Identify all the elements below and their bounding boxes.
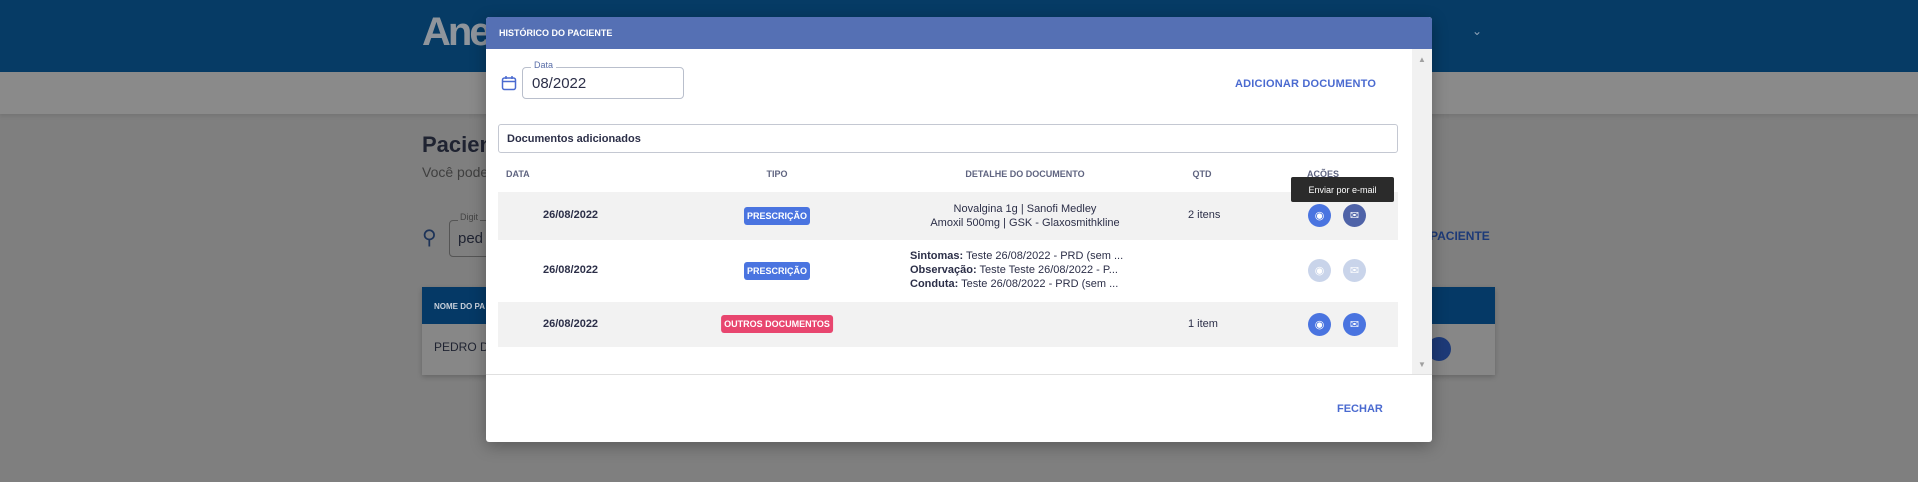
column-header-name: NOME DO PA (434, 302, 485, 311)
eye-icon: ◉ (1314, 319, 1325, 331)
type-badge: PRESCRIÇÃO (743, 207, 811, 225)
detail-line: Conduta: Teste 26/08/2022 - PRD (sem ... (910, 278, 1119, 290)
table-row: 26/08/2022 OUTROS DOCUMENTOS 1 item ◉ ✉ (498, 302, 1398, 347)
date-input[interactable]: 08/2022 (522, 67, 684, 99)
detail-line: Sintomas: Teste 26/08/2022 - PRD (sem ..… (910, 250, 1124, 262)
patient-name-cell: PEDRO D (434, 340, 489, 354)
table-row: 26/08/2022 PRESCRIÇÃO Novalgina 1g | San… (498, 192, 1398, 240)
row-date: 26/08/2022 (543, 318, 599, 330)
view-button-disabled: ◉ (1308, 259, 1331, 282)
patient-history-modal: HISTÓRICO DO PACIENTE 08/2022 Data ADICI… (486, 17, 1432, 442)
mail-icon: ✉ (1349, 210, 1360, 222)
documents-section-title: Documentos adicionados (498, 124, 1398, 153)
view-button[interactable]: ◉ (1308, 204, 1331, 227)
close-button[interactable]: FECHAR (1337, 403, 1383, 415)
send-email-button-disabled: ✉ (1343, 259, 1366, 282)
detail-line: Observação: Teste Teste 26/08/2022 - P..… (910, 264, 1118, 276)
tooltip: Enviar por e-mail (1291, 177, 1394, 202)
eye-icon: ◉ (1314, 265, 1325, 277)
detail-line: Novalgina 1g | Sanofi Medley (953, 203, 1097, 215)
add-patient-link[interactable]: PACIENTE (1430, 229, 1490, 243)
row-qty: 2 itens (1188, 209, 1221, 221)
mail-icon: ✉ (1349, 265, 1360, 277)
detail-line: Amoxil 500mg | GSK - Glaxosmithkline (930, 217, 1120, 229)
type-badge: OUTROS DOCUMENTOS (721, 315, 833, 333)
column-header-date: DATA (506, 169, 530, 179)
column-header-qty: QTD (1192, 169, 1212, 179)
scroll-down-icon[interactable]: ▼ (1418, 360, 1426, 369)
send-email-button[interactable]: ✉ (1343, 204, 1366, 227)
search-label: Digit (458, 212, 481, 222)
page-subtitle: Você pode (422, 164, 489, 180)
app-logo: Ane (422, 10, 492, 54)
scrollbar[interactable]: ▲ ▼ (1412, 49, 1432, 374)
add-document-button[interactable]: ADICIONAR DOCUMENTO (1235, 78, 1376, 90)
search-icon: ⚲ (422, 227, 437, 249)
mail-icon: ✉ (1349, 319, 1360, 331)
send-email-button[interactable]: ✉ (1343, 313, 1366, 336)
chevron-down-icon[interactable]: ⌄ (1472, 24, 1482, 38)
date-label: Data (531, 60, 557, 70)
row-qty: 1 item (1188, 318, 1218, 330)
calendar-icon[interactable] (501, 75, 517, 91)
column-header-detail: DETALHE DO DOCUMENTO (965, 169, 1085, 179)
column-header-type: TIPO (766, 169, 788, 179)
row-date: 26/08/2022 (543, 264, 599, 276)
modal-title: HISTÓRICO DO PACIENTE (499, 28, 613, 38)
view-button[interactable]: ◉ (1308, 313, 1331, 336)
eye-icon: ◉ (1314, 210, 1325, 222)
scroll-up-icon[interactable]: ▲ (1418, 55, 1426, 64)
type-badge: PRESCRIÇÃO (743, 262, 811, 280)
table-row: 26/08/2022 PRESCRIÇÃO Sintomas: Teste 26… (498, 240, 1398, 302)
row-date: 26/08/2022 (543, 209, 599, 221)
divider (486, 374, 1432, 375)
modal-header: HISTÓRICO DO PACIENTE (486, 17, 1432, 49)
